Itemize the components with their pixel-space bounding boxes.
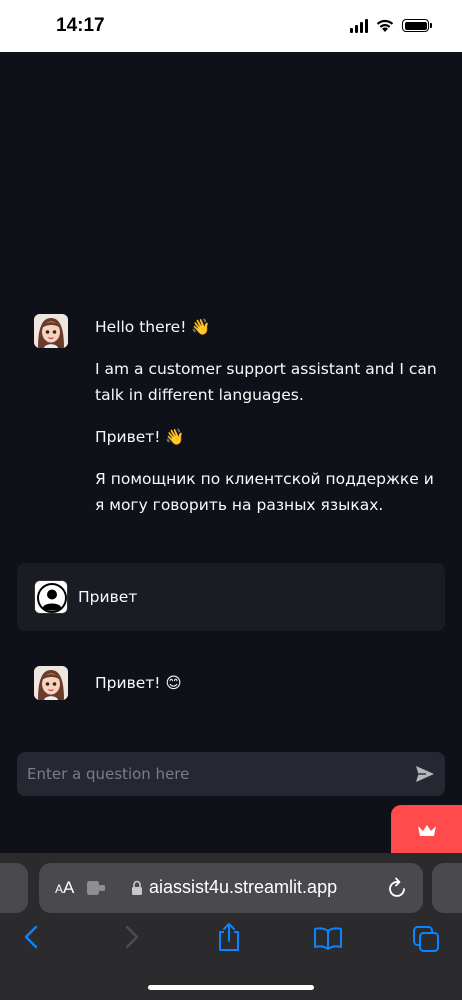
streamlit-badge-button[interactable] [391,805,462,857]
battery-icon [402,19,432,32]
message-paragraph: Hello there! 👋 [95,318,211,336]
back-icon[interactable] [23,924,39,950]
assistant-message: Привет! 😊 [17,666,445,706]
safari-toolbar: AA aiassist4u.streamlit.app [0,853,462,1000]
home-indicator [148,985,314,990]
reader-settings-button[interactable]: AA [55,878,74,898]
message-paragraph: Привет! 👋 [95,428,185,446]
wifi-icon [376,19,394,32]
assistant-message: Hello there! 👋 I am a customer support a… [17,314,445,544]
chat-input-container [17,752,445,796]
user-avatar-icon [34,580,68,614]
bookmarks-icon[interactable] [313,926,343,950]
status-icons [350,18,432,33]
user-message: Привет [17,563,445,631]
send-button[interactable] [405,752,445,796]
user-message-text: Привет [78,588,138,606]
assistant-avatar [34,666,68,700]
message-paragraph: I am a customer support assistant and I … [95,360,437,404]
send-icon [416,766,434,782]
cellular-signal-icon [350,18,368,33]
next-tab-preview[interactable] [432,863,462,913]
url-text: aiassist4u.streamlit.app [149,877,338,897]
share-icon[interactable] [216,922,242,952]
assistant-message-text: Привет! 😊 [95,674,182,692]
extension-icon[interactable] [87,881,105,895]
status-bar: 14:17 [0,0,462,52]
previous-tab-preview[interactable] [0,863,28,913]
forward-icon[interactable] [124,924,140,950]
status-time: 14:17 [56,15,105,36]
message-paragraph: Я помощник по клиентской поддержке и я м… [95,470,434,514]
crown-icon [417,825,436,836]
lock-icon [132,880,142,895]
assistant-avatar [34,314,68,348]
address-bar[interactable]: AA aiassist4u.streamlit.app [39,863,423,913]
tabs-icon[interactable] [412,925,440,953]
chat-input[interactable] [17,764,405,784]
assistant-message-text: Hello there! 👋 I am a customer support a… [95,314,445,534]
reload-icon[interactable] [388,877,408,899]
